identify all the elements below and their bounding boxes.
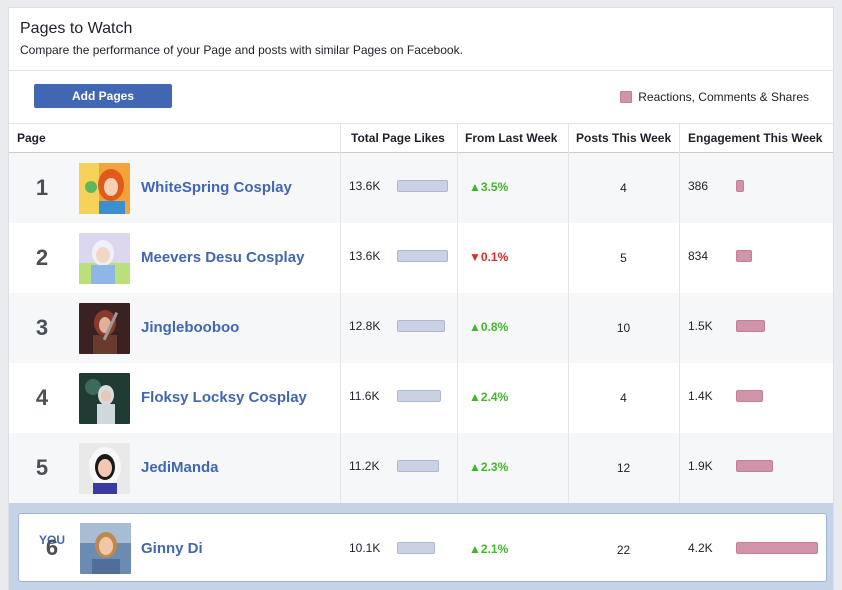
engagement-value: 1.5K (688, 319, 713, 333)
trend-up-icon: ▲ (469, 320, 481, 334)
avatar[interactable] (79, 233, 130, 284)
posts-count: 4 (620, 391, 627, 405)
rank-number: 3 (35, 315, 49, 340)
posts-count: 5 (620, 251, 627, 265)
engagement-value: 1.4K (688, 389, 713, 403)
pages-to-watch-panel: Pages to Watch Compare the performance o… (8, 7, 834, 590)
trend-up-icon: ▲ (469, 542, 481, 556)
page-name-link[interactable]: Floksy Locksy Cosplay (141, 363, 307, 433)
table-row: 1 WhiteSpring Cosplay 13.6K ▲3.5% 4 386 (9, 153, 833, 223)
engagement-bar (736, 460, 773, 472)
week-change-value: 2.4% (480, 390, 509, 404)
trend-up-icon: ▲ (469, 390, 481, 404)
col-from-last-week: From Last Week (465, 131, 558, 145)
avatar[interactable] (80, 523, 131, 574)
engagement-value: 4.2K (688, 541, 713, 555)
rank-number: 1 (35, 175, 49, 200)
table-row: 2 Meevers Desu Cosplay 13.6K ▼0.1% 5 834 (9, 223, 833, 293)
posts-count: 10 (616, 321, 631, 335)
total-likes-value: 13.6K (349, 179, 381, 193)
trend-down-icon: ▼ (469, 250, 481, 264)
posts-count: 4 (620, 181, 627, 195)
col-posts-this-week: Posts This Week (576, 131, 672, 145)
total-likes-bar (397, 390, 441, 402)
col-engagement-this-week: Engagement This Week (688, 131, 823, 145)
engagement-bar (736, 180, 744, 192)
avatar[interactable] (79, 303, 130, 354)
total-likes-bar (397, 460, 439, 472)
table-row: 5 JediManda 11.2K ▲2.3% 12 1.9K (9, 433, 833, 503)
your-page-row: YOU 6 Ginny Di 10.1K ▲2.1% 22 4.2K (9, 503, 833, 590)
add-pages-button[interactable]: Add Pages (34, 84, 172, 108)
panel-title: Pages to Watch (20, 20, 133, 37)
page-name-link[interactable]: JediManda (141, 433, 219, 503)
table-header: Page Total Page Likes From Last Week Pos… (9, 123, 833, 153)
total-likes-value: 11.6K (349, 389, 380, 403)
chart-legend: Reactions, Comments & Shares (620, 90, 809, 104)
posts-count: 12 (616, 461, 631, 475)
rank-number: 6 (45, 535, 59, 560)
page-name-link[interactable]: WhiteSpring Cosplay (141, 153, 292, 223)
engagement-value: 834 (688, 249, 709, 263)
panel-subtitle: Compare the performance of your Page and… (20, 43, 463, 57)
total-likes-bar (397, 542, 435, 554)
posts-count: 22 (616, 543, 631, 557)
total-likes-value: 11.2K (349, 459, 380, 473)
table-row: 3 Jinglebooboo 12.8K ▲0.8% 10 1.5K (9, 293, 833, 363)
page-name-link[interactable]: Jinglebooboo (141, 293, 239, 363)
table-row: 4 Floksy Locksy Cosplay 11.6K ▲2.4% 4 1.… (9, 363, 833, 433)
week-change: ▼0.1% (469, 250, 508, 264)
engagement-bar (736, 250, 752, 262)
week-change: ▲2.4% (469, 390, 508, 404)
engagement-bar (736, 542, 818, 554)
your-page-card: YOU 6 Ginny Di 10.1K ▲2.1% 22 4.2K (18, 513, 827, 582)
rank-number: 4 (35, 385, 49, 410)
rank-number: 5 (35, 455, 49, 480)
avatar[interactable] (79, 373, 130, 424)
week-change-value: 0.1% (480, 250, 509, 264)
col-total-likes: Total Page Likes (351, 131, 445, 145)
engagement-bar (736, 320, 765, 332)
total-likes-value: 13.6K (349, 249, 381, 263)
week-change: ▲3.5% (469, 180, 508, 194)
week-change-value: 3.5% (480, 180, 509, 194)
trend-up-icon: ▲ (469, 460, 481, 474)
total-likes-value: 10.1K (349, 541, 381, 555)
total-likes-bar (397, 320, 445, 332)
legend-label: Reactions, Comments & Shares (638, 90, 809, 104)
week-change: ▲0.8% (469, 320, 508, 334)
rank-number: 2 (35, 245, 49, 270)
total-likes-value: 12.8K (349, 319, 381, 333)
engagement-swatch (620, 91, 633, 103)
trend-up-icon: ▲ (469, 180, 481, 194)
panel-header: Pages to Watch Compare the performance o… (9, 8, 833, 71)
engagement-value: 386 (688, 179, 709, 193)
week-change: ▲2.3% (469, 460, 508, 474)
page-name-link[interactable]: Ginny Di (141, 514, 203, 583)
page-name-link[interactable]: Meevers Desu Cosplay (141, 223, 304, 293)
total-likes-bar (397, 180, 448, 192)
total-likes-bar (397, 250, 448, 262)
week-change-value: 0.8% (480, 320, 509, 334)
week-change: ▲2.1% (469, 542, 508, 556)
engagement-value: 1.9K (688, 459, 713, 473)
week-change-value: 2.3% (480, 460, 509, 474)
week-change-value: 2.1% (480, 542, 509, 556)
avatar[interactable] (79, 163, 130, 214)
avatar[interactable] (79, 443, 130, 494)
col-page: Page (17, 131, 46, 145)
engagement-bar (736, 390, 763, 402)
